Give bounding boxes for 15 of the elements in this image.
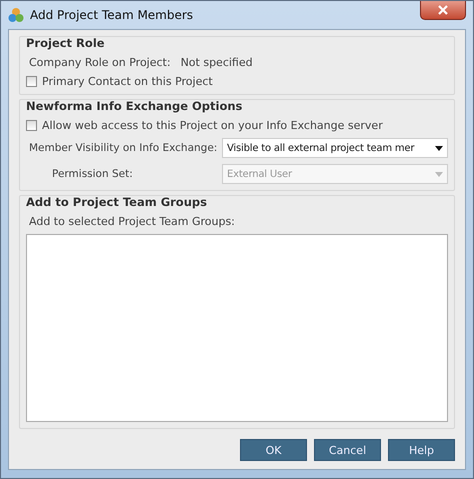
dialog-button[interactable]: Cancel (314, 439, 381, 461)
field-label: Permission Set: (51, 168, 133, 180)
field-label: Company Role on Project: (29, 56, 171, 69)
dialog-button[interactable]: OK (240, 439, 307, 461)
field-label: Member Visibility on Info Exchange: (29, 142, 218, 154)
window-title: Add Project Team Members (30, 8, 194, 22)
group-heading: Newforma Info Exchange Options (26, 99, 244, 113)
group-heading: Project Role (26, 36, 106, 50)
field-value: Not specified (180, 56, 253, 69)
list-label: Add to selected Project Team Groups: (28, 215, 236, 228)
dialog-button[interactable]: Help (388, 439, 455, 461)
checkbox-label: Primary Contact on this Project (42, 75, 213, 88)
dropdown[interactable]: Visible to all external project team mer (222, 138, 448, 158)
group-heading: Add to Project Team Groups (26, 195, 208, 209)
checkbox-label: Allow web access to this Project on your Info Exchange server (42, 119, 383, 132)
